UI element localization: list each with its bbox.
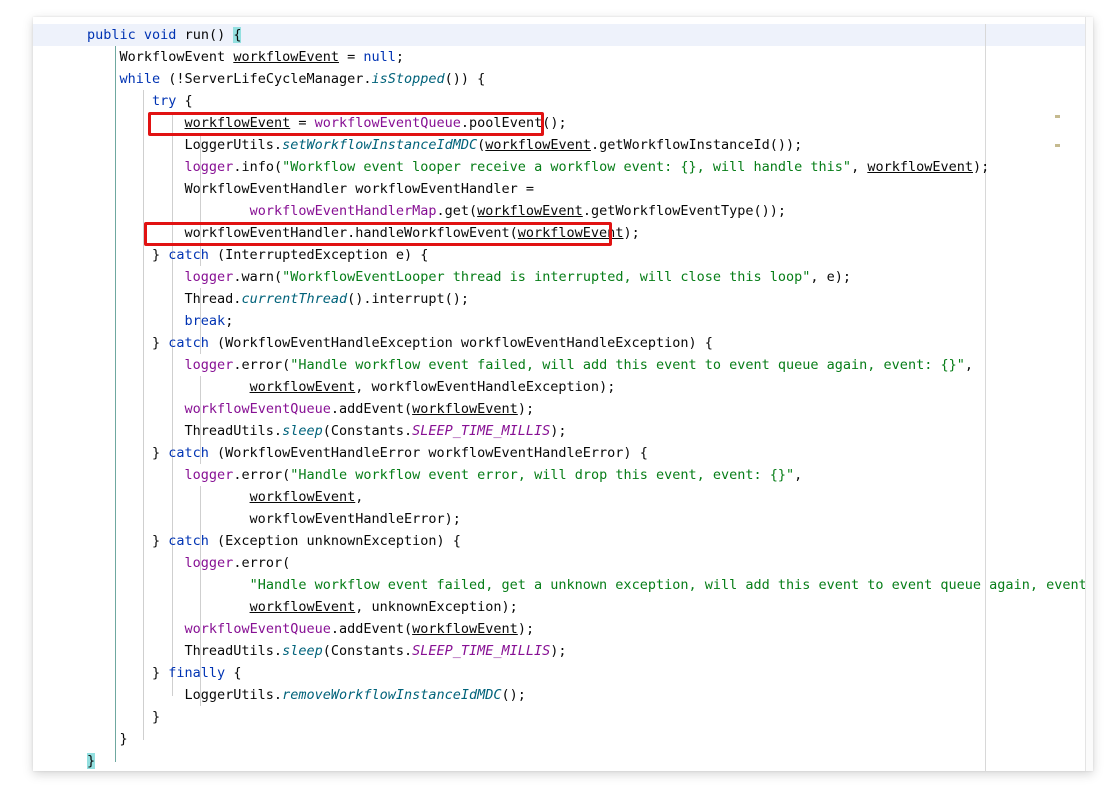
code-line[interactable]: workflowEvent = workflowEventQueue.poolE…	[33, 112, 1085, 134]
code-line[interactable]: }	[33, 706, 1085, 728]
code-line[interactable]: } catch (WorkflowEventHandleError workfl…	[33, 442, 1085, 464]
code-line[interactable]: } finally {	[33, 662, 1085, 684]
vertical-scrollbar-track[interactable]	[1074, 24, 1084, 771]
code-line[interactable]: while (!ServerLifeCycleManager.isStopped…	[33, 68, 1085, 90]
code-line[interactable]: try {	[33, 90, 1085, 112]
code-line[interactable]: } catch (Exception unknownException) {	[33, 530, 1085, 552]
code-line[interactable]: break;	[33, 310, 1085, 332]
code-line[interactable]: ThreadUtils.sleep(Constants.SLEEP_TIME_M…	[33, 420, 1085, 442]
code-line[interactable]: LoggerUtils.setWorkflowInstanceIdMDC(wor…	[33, 134, 1085, 156]
code-line[interactable]: workflowEventHandlerMap.get(workflowEven…	[33, 200, 1085, 222]
code-line[interactable]: logger.warn("WorkflowEventLooper thread …	[33, 266, 1085, 288]
marker-stripe-1[interactable]	[1055, 115, 1060, 118]
code-line[interactable]: logger.error(	[33, 552, 1085, 574]
code-line[interactable]: }	[33, 728, 1085, 750]
code-line[interactable]: ThreadUtils.sleep(Constants.SLEEP_TIME_M…	[33, 640, 1085, 662]
code-line[interactable]: logger.info("Workflow event looper recei…	[33, 156, 1085, 178]
code-line[interactable]: workflowEvent,	[33, 486, 1085, 508]
code-line[interactable]: workflowEventQueue.addEvent(workflowEven…	[33, 398, 1085, 420]
marker-stripe-2[interactable]	[1055, 144, 1060, 147]
code-line[interactable]: workflowEventQueue.addEvent(workflowEven…	[33, 618, 1085, 640]
code-line[interactable]: public void run() {	[33, 24, 1085, 46]
code-content-area[interactable]: public void run() { WorkflowEvent workfl…	[33, 24, 1085, 771]
code-line[interactable]: } catch (WorkflowEventHandleException wo…	[33, 332, 1085, 354]
code-line[interactable]: workflowEventHandler.handleWorkflowEvent…	[33, 222, 1085, 244]
code-line[interactable]: workflowEventHandleError);	[33, 508, 1085, 530]
code-editor-panel[interactable]: public void run() { WorkflowEvent workfl…	[33, 17, 1093, 771]
code-line[interactable]: LoggerUtils.removeWorkflowInstanceIdMDC(…	[33, 684, 1085, 706]
marker-bar[interactable]	[1086, 17, 1093, 771]
screenshot-root: public void run() { WorkflowEvent workfl…	[0, 0, 1109, 789]
code-line[interactable]: } catch (InterruptedException e) {	[33, 244, 1085, 266]
code-line[interactable]: workflowEvent, workflowEventHandleExcept…	[33, 376, 1085, 398]
code-line[interactable]: Thread.currentThread().interrupt();	[33, 288, 1085, 310]
code-line[interactable]: }	[33, 750, 1085, 771]
code-line[interactable]: WorkflowEvent workflowEvent = null;	[33, 46, 1085, 68]
editor-top-padding	[33, 17, 1093, 24]
code-line[interactable]: workflowEvent, unknownException);	[33, 596, 1085, 618]
code-line[interactable]: logger.error("Handle workflow event erro…	[33, 464, 1085, 486]
code-line[interactable]: logger.error("Handle workflow event fail…	[33, 354, 1085, 376]
code-line[interactable]: WorkflowEventHandler workflowEventHandle…	[33, 178, 1085, 200]
code-line[interactable]: "Handle workflow event failed, get a unk…	[33, 574, 1085, 596]
